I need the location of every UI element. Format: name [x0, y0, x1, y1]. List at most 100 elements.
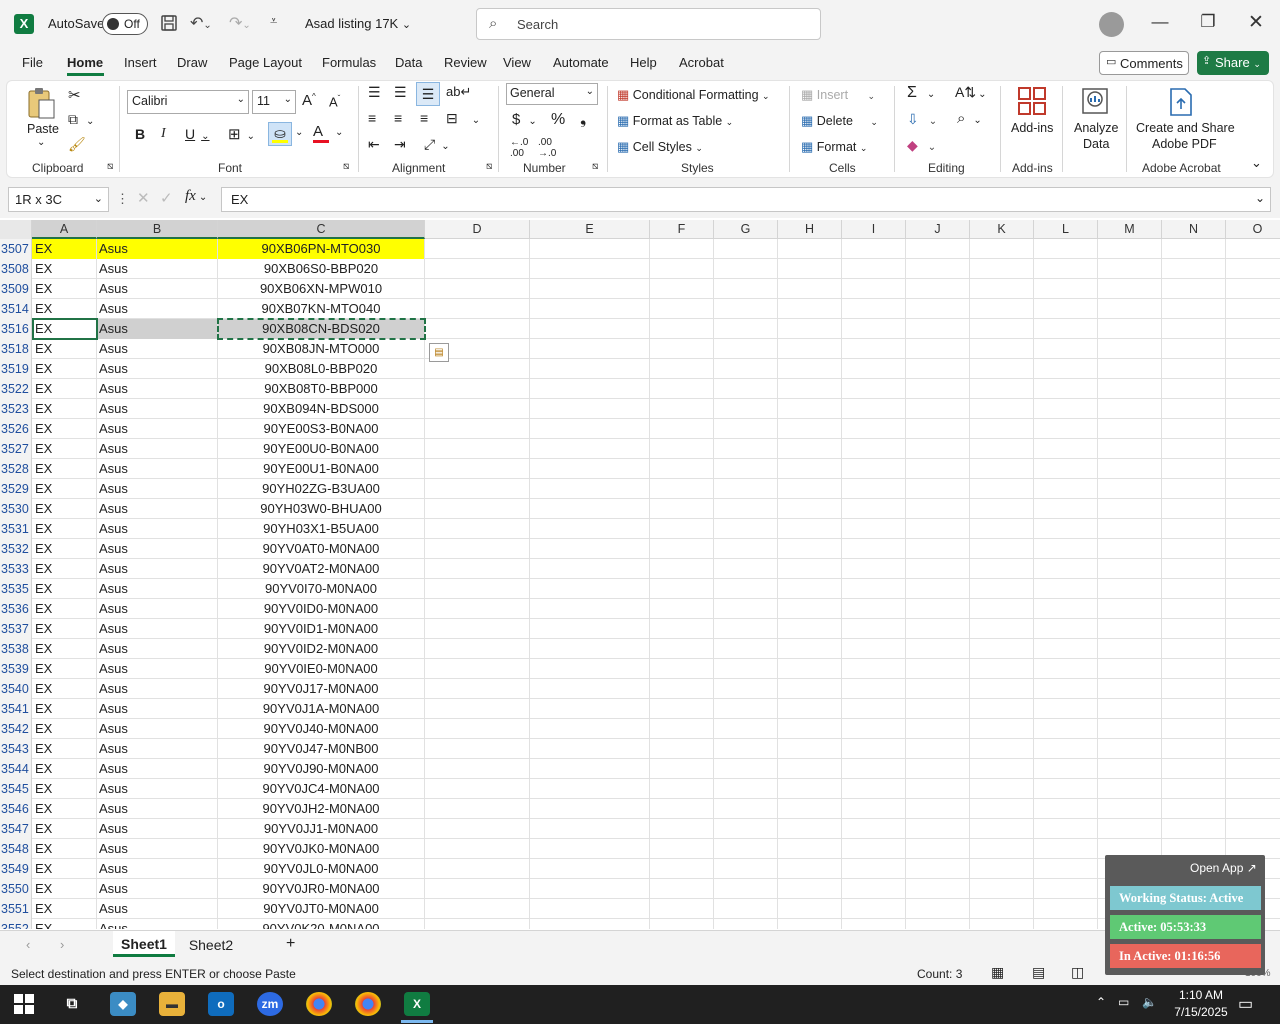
cell-a[interactable]: EX	[32, 899, 97, 919]
cell-b[interactable]: Asus	[97, 339, 218, 359]
align-left-icon[interactable]: ≡	[368, 110, 376, 126]
column-header-n[interactable]: N	[1162, 220, 1226, 239]
cell-a[interactable]: EX	[32, 579, 97, 599]
table-row[interactable]: 3544 EX Asus 90YV0J90-M0NA00	[0, 759, 1280, 779]
cell-c[interactable]: 90YV0JR0-M0NA00	[218, 879, 425, 899]
number-launcher-icon[interactable]: ⧅	[592, 161, 598, 172]
cell-c[interactable]: 90XB08L0-BBP020	[218, 359, 425, 379]
cell-a[interactable]: EX	[32, 259, 97, 279]
chrome-profile-icon[interactable]	[355, 992, 381, 1016]
delete-cells-button[interactable]: ▦ Delete ⌄	[801, 113, 878, 129]
app-diamond-icon[interactable]: ◆	[110, 992, 136, 1016]
format-painter-icon[interactable]: 🖌	[68, 136, 86, 153]
cell-c[interactable]: 90XB06S0-BBP020	[218, 259, 425, 279]
font-name-select[interactable]: Calibri ⌄	[127, 90, 249, 114]
customize-toolbar-icon[interactable]: ⩡	[270, 13, 277, 29]
paste-dropdown-icon[interactable]: ⌄	[37, 137, 45, 148]
tab-acrobat[interactable]: Acrobat	[679, 55, 724, 70]
column-header-f[interactable]: F	[650, 220, 714, 239]
create-pdf-icon[interactable]	[1168, 87, 1194, 117]
cell-c[interactable]: 90XB07KN-MTO040	[218, 299, 425, 319]
cell-b[interactable]: Asus	[97, 399, 218, 419]
cell-b[interactable]: Asus	[97, 419, 218, 439]
cell-c[interactable]: 90XB06PN-MTO030	[218, 239, 425, 259]
copy-icon[interactable]: ⧉ ⌄	[68, 111, 94, 128]
cell-b[interactable]: Asus	[97, 759, 218, 779]
increase-indent-icon[interactable]: ⇥	[394, 136, 406, 153]
ribbon-collapse-icon[interactable]: ⌄	[1251, 155, 1262, 171]
row-number[interactable]: 3519	[0, 359, 32, 379]
table-row[interactable]: 3514 EX Asus 90XB07KN-MTO040	[0, 299, 1280, 319]
analyze-data-line2[interactable]: Data	[1083, 137, 1109, 151]
table-row[interactable]: 3516 EX Asus 90XB08CN-BDS020	[0, 319, 1280, 339]
row-number[interactable]: 3531	[0, 519, 32, 539]
column-header-h[interactable]: H	[778, 220, 842, 239]
cell-b[interactable]: Asus	[97, 599, 218, 619]
restore-button[interactable]: ❐	[1193, 12, 1223, 32]
column-header-j[interactable]: J	[906, 220, 970, 239]
row-number[interactable]: 3532	[0, 539, 32, 559]
table-row[interactable]: 3531 EX Asus 90YH03X1-B5UA00	[0, 519, 1280, 539]
tab-draw[interactable]: Draw	[177, 55, 207, 70]
cell-a[interactable]: EX	[32, 599, 97, 619]
cell-a[interactable]: EX	[32, 879, 97, 899]
cell-a[interactable]: EX	[32, 519, 97, 539]
cut-icon[interactable]: ✂	[68, 86, 81, 104]
column-header-b[interactable]: B	[97, 220, 218, 239]
cell-c[interactable]: 90YE00U1-B0NA00	[218, 459, 425, 479]
cell-a[interactable]: EX	[32, 359, 97, 379]
avatar[interactable]	[1099, 12, 1124, 37]
tab-page-layout[interactable]: Page Layout	[229, 55, 302, 70]
currency-icon[interactable]: $ ⌄	[512, 111, 537, 128]
clock-time[interactable]: 1:10 AM	[1170, 988, 1232, 1002]
paste-options-icon[interactable]: ▤	[429, 343, 449, 362]
tab-data[interactable]: Data	[395, 55, 422, 70]
row-number[interactable]: 3528	[0, 459, 32, 479]
cell-c[interactable]: 90YV0J47-M0NB00	[218, 739, 425, 759]
tab-help[interactable]: Help	[630, 55, 657, 70]
create-share-pdf-line1[interactable]: Create and Share	[1136, 121, 1235, 135]
increase-font-icon[interactable]: A^	[302, 92, 316, 109]
align-bottom-icon[interactable]: ☰	[416, 82, 440, 106]
cell-c[interactable]: 90YE00S3-B0NA00	[218, 419, 425, 439]
row-number[interactable]: 3552	[0, 919, 32, 929]
row-number[interactable]: 3538	[0, 639, 32, 659]
cell-a[interactable]: EX	[32, 479, 97, 499]
row-number[interactable]: 3540	[0, 679, 32, 699]
cell-b[interactable]: Asus	[97, 379, 218, 399]
column-header-e[interactable]: E	[530, 220, 650, 239]
table-row[interactable]: 3542 EX Asus 90YV0J40-M0NA00	[0, 719, 1280, 739]
cell-b[interactable]: Asus	[97, 359, 218, 379]
cell-a[interactable]: EX	[32, 299, 97, 319]
cell-b[interactable]: Asus	[97, 239, 218, 259]
cell-b[interactable]: Asus	[97, 539, 218, 559]
cell-a[interactable]: EX	[32, 239, 97, 259]
confirm-entry-icon[interactable]: ✓	[160, 189, 173, 207]
column-header-l[interactable]: L	[1034, 220, 1098, 239]
table-row[interactable]: 3508 EX Asus 90XB06S0-BBP020	[0, 259, 1280, 279]
sheet-tab-sheet2[interactable]: Sheet2	[180, 931, 242, 957]
tab-file[interactable]: File	[22, 55, 43, 70]
comma-style-icon[interactable]: ❟	[580, 111, 586, 129]
undo-icon[interactable]: ↶⌄	[190, 13, 212, 33]
row-number[interactable]: 3544	[0, 759, 32, 779]
cell-c[interactable]: 90YE00U0-B0NA00	[218, 439, 425, 459]
table-row[interactable]: 3522 EX Asus 90XB08T0-BBP000	[0, 379, 1280, 399]
cell-c[interactable]: 90YV0J90-M0NA00	[218, 759, 425, 779]
cell-c[interactable]: 90YH03W0-BHUA00	[218, 499, 425, 519]
cell-c[interactable]: 90YH03X1-B5UA00	[218, 519, 425, 539]
table-row[interactable]: 3527 EX Asus 90YE00U0-B0NA00	[0, 439, 1280, 459]
analyze-data-line1[interactable]: Analyze	[1074, 121, 1118, 135]
cell-c[interactable]: 90YV0ID2-M0NA00	[218, 639, 425, 659]
table-row[interactable]: 3529 EX Asus 90YH02ZG-B3UA00	[0, 479, 1280, 499]
cell-c[interactable]: 90YV0JJ1-M0NA00	[218, 819, 425, 839]
cell-b[interactable]: Asus	[97, 819, 218, 839]
table-row[interactable]: 3546 EX Asus 90YV0JH2-M0NA00	[0, 799, 1280, 819]
row-number[interactable]: 3508	[0, 259, 32, 279]
column-header-c[interactable]: C	[218, 220, 425, 239]
formula-input[interactable]: EX ⌄	[221, 187, 1271, 212]
fill-icon[interactable]: ⇩ ⌄	[907, 111, 937, 128]
cell-b[interactable]: Asus	[97, 639, 218, 659]
table-row[interactable]: 3523 EX Asus 90XB094N-BDS000	[0, 399, 1280, 419]
bold-icon[interactable]: B	[135, 126, 145, 142]
